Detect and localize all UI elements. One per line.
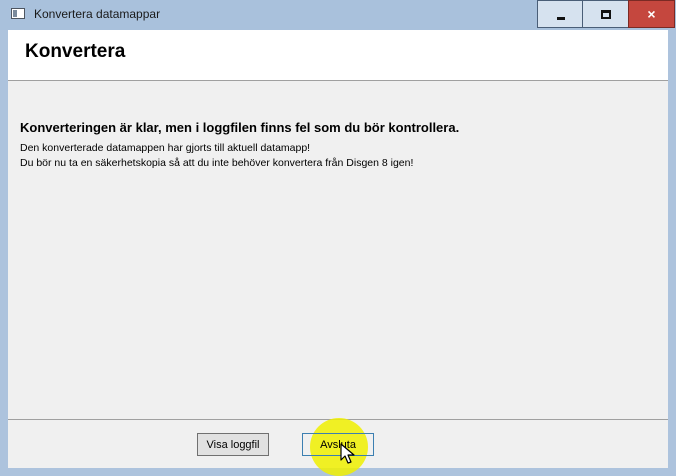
page-title: Konvertera [25, 41, 126, 62]
app-window-icon [11, 8, 25, 19]
result-line-2: Du bör nu ta en säkerhetskopia så att du… [20, 157, 414, 169]
show-log-button[interactable]: Visa loggfil [197, 433, 269, 456]
close-icon: × [647, 6, 656, 22]
result-heading: Konverteringen är klar, men i loggfilen … [20, 120, 460, 135]
dialog-content: Konvertera Konverteringen är klar, men i… [8, 30, 668, 476]
mouse-pointer-icon [340, 443, 355, 464]
close-button[interactable]: × [628, 0, 675, 28]
window-title: Konvertera datamappar [34, 7, 161, 21]
minimize-button[interactable] [537, 0, 583, 28]
result-line-1: Den konverterade datamappen har gjorts t… [20, 142, 311, 154]
finish-button[interactable]: Avsluta [302, 433, 374, 456]
maximize-button[interactable] [582, 0, 629, 28]
title-bar[interactable]: Konvertera datamappar × [0, 0, 676, 30]
page-header: Konvertera [8, 30, 668, 81]
main-window: Konvertera datamappar × Konvertera Konve… [0, 0, 676, 476]
maximize-icon [601, 10, 611, 19]
minimize-icon [557, 17, 565, 20]
